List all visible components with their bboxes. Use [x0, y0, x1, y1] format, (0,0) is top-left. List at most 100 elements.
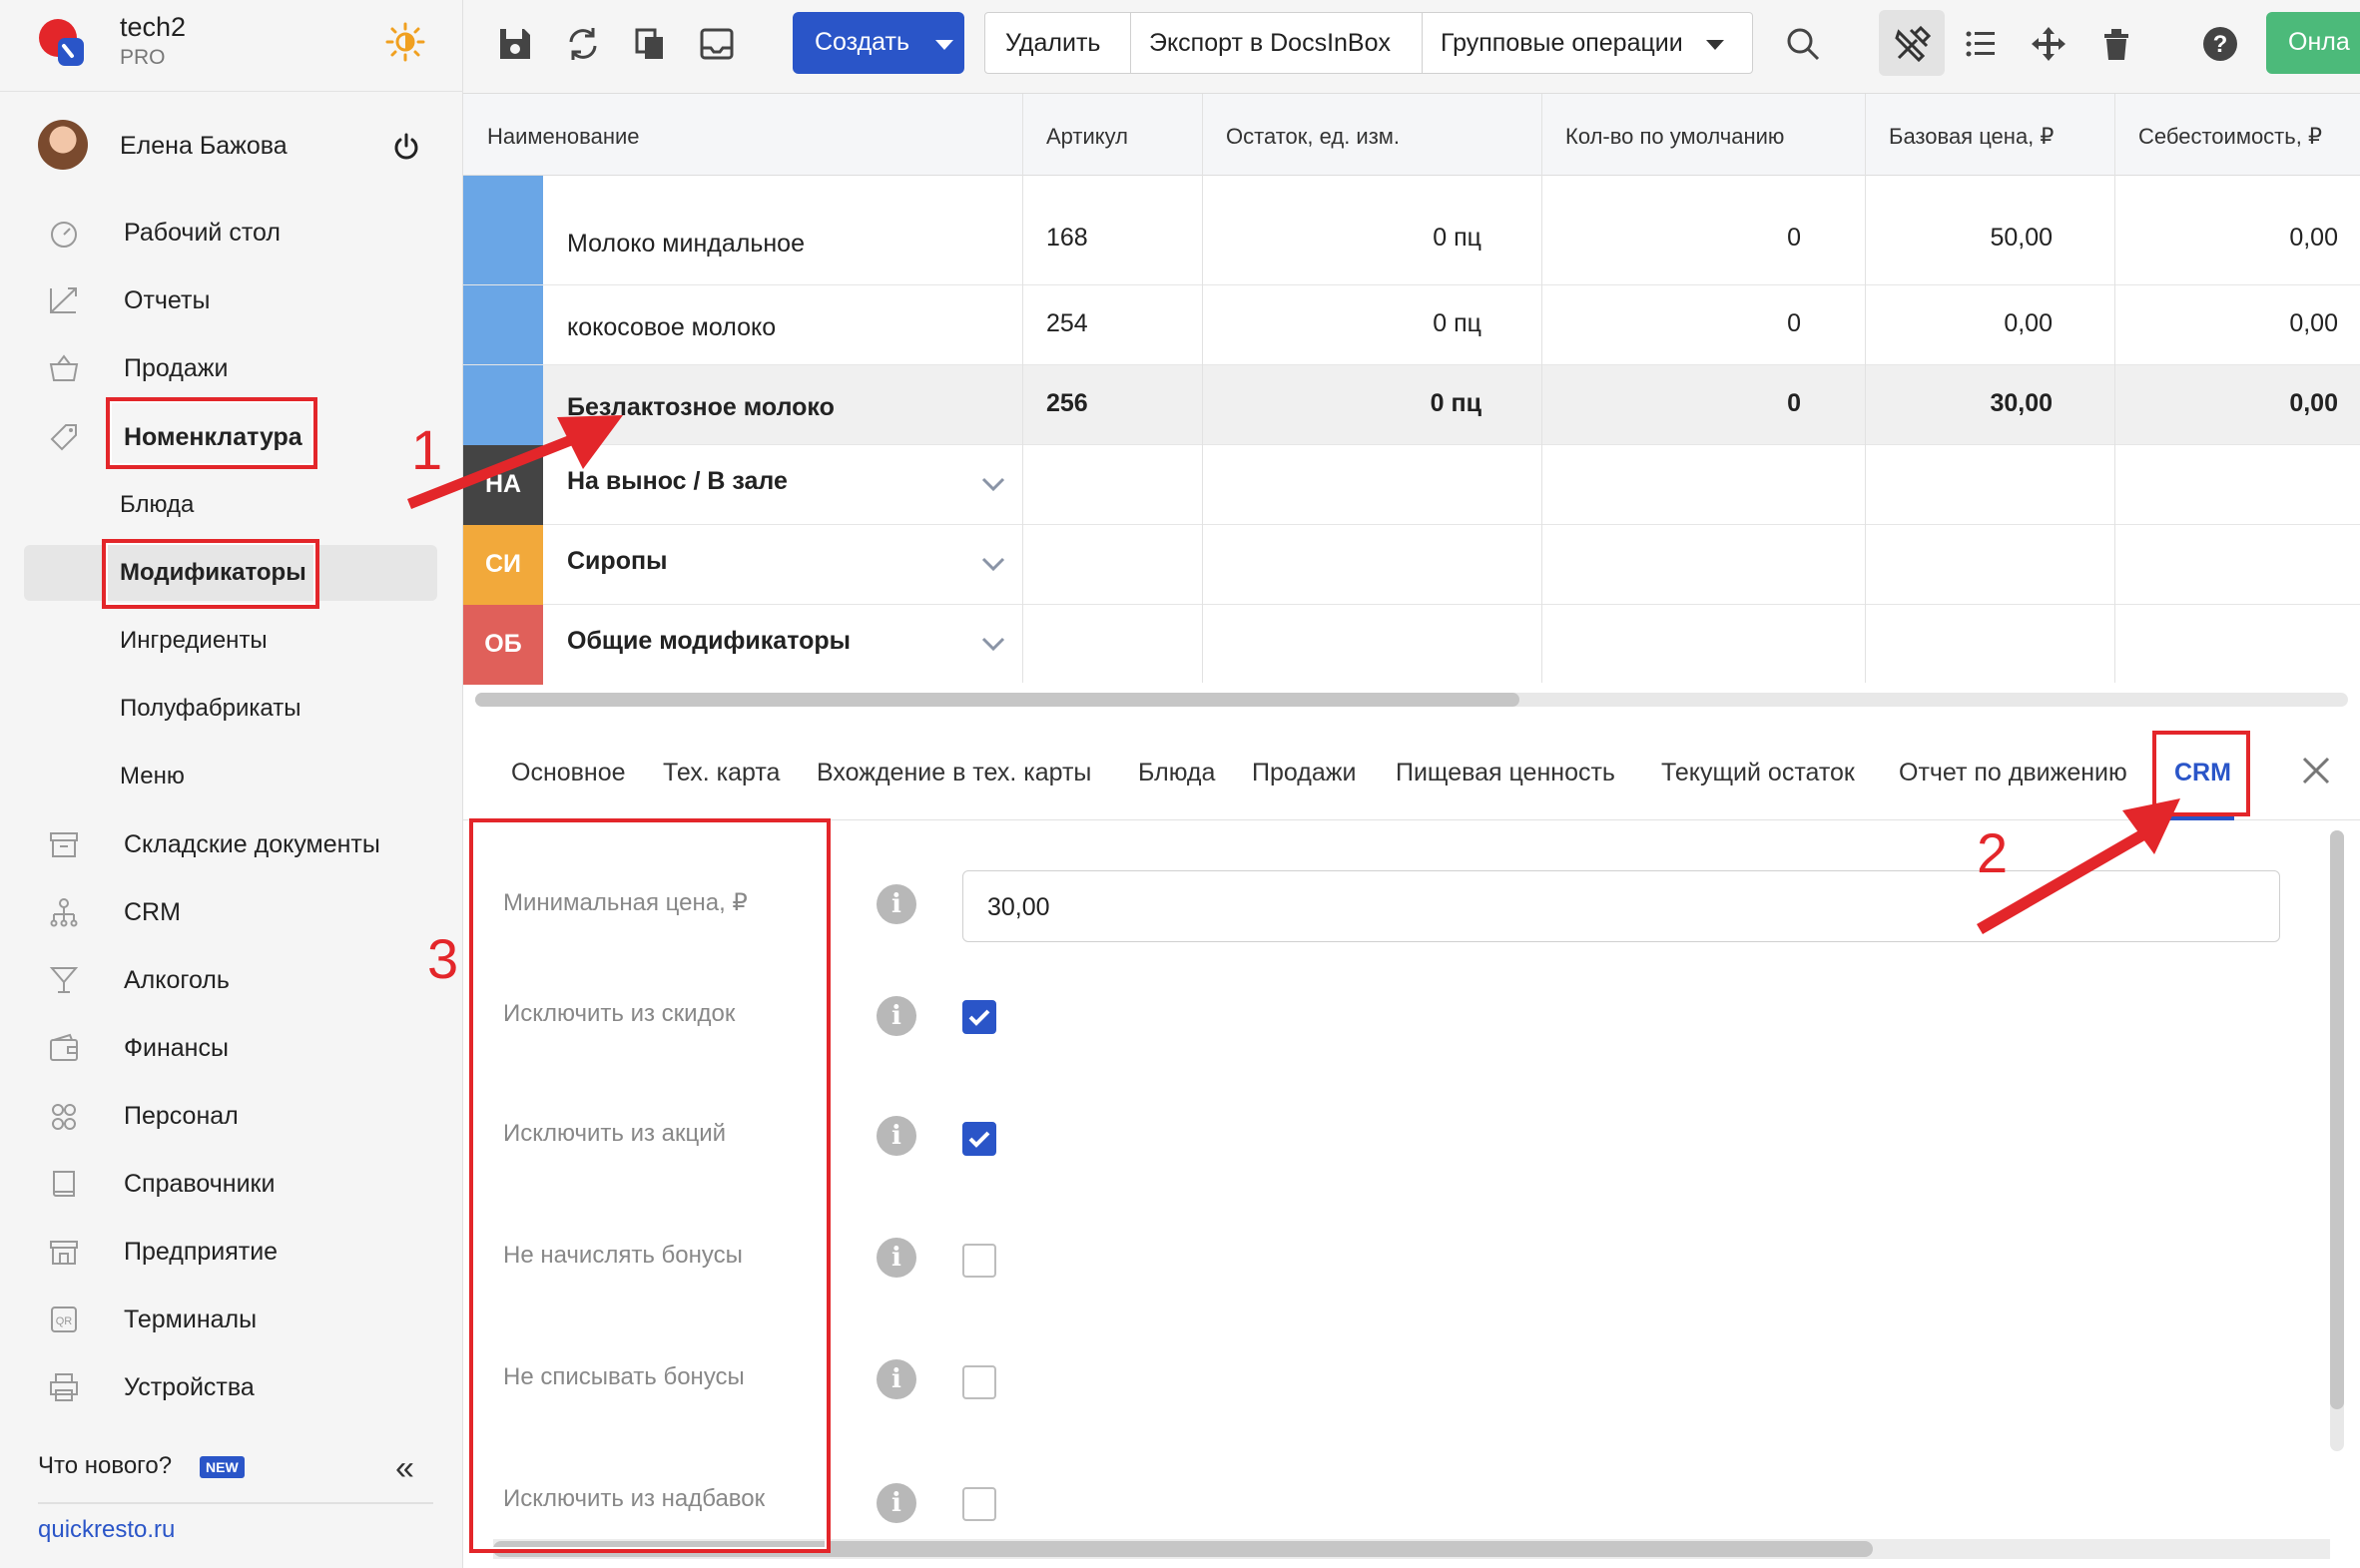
power-icon[interactable] [391, 132, 421, 162]
tab-general[interactable]: Основное [511, 759, 626, 787]
list-icon[interactable] [1961, 24, 2001, 64]
no-accrue-bonus-checkbox[interactable] [962, 1244, 996, 1278]
tab-dishes[interactable]: Блюда [1138, 759, 1215, 787]
dashboard-icon [51, 222, 77, 248]
sidebar-item-label: Предприятие [124, 1238, 279, 1266]
copy-icon[interactable] [631, 24, 671, 64]
info-icon[interactable]: i [877, 1483, 916, 1523]
whats-new-link[interactable]: Что нового? [38, 1452, 172, 1480]
export-docsinbox-button[interactable]: Экспорт в DocsInBox [1131, 13, 1423, 73]
action-button-group: Удалить Экспорт в DocsInBox Групповые оп… [984, 12, 1753, 74]
info-icon[interactable]: i [877, 884, 916, 924]
sidebar-item-crm[interactable]: CRM [0, 884, 463, 940]
refresh-icon[interactable] [563, 24, 603, 64]
delete-button[interactable]: Удалить [985, 13, 1131, 73]
export-button-label: Экспорт в DocsInBox [1149, 29, 1391, 57]
sidebar-item-label: CRM [124, 898, 181, 926]
save-icon[interactable] [495, 24, 535, 64]
scrollbar-thumb[interactable] [2330, 830, 2344, 1409]
tab-nutrition[interactable]: Пищевая ценность [1396, 759, 1615, 787]
exclude-markups-checkbox[interactable] [962, 1487, 996, 1521]
info-icon[interactable]: i [877, 1116, 916, 1156]
crm-icon [50, 898, 78, 927]
tab-movement-report[interactable]: Отчет по движению [1899, 759, 2127, 787]
online-button[interactable]: Онла [2266, 12, 2360, 74]
sidebar-subitem-ingredients[interactable]: Ингредиенты [0, 613, 463, 669]
table-horizontal-scrollbar[interactable] [475, 693, 2348, 707]
column-header-default-qty[interactable]: Кол-во по умолчанию [1565, 124, 1784, 150]
group-operations-button[interactable]: Групповые операции [1423, 13, 1752, 73]
group-tag-label: СИ [484, 550, 522, 578]
column-divider [1865, 94, 1866, 683]
info-icon[interactable]: i [877, 1238, 916, 1278]
sidebar-item-enterprise[interactable]: Предприятие [0, 1224, 463, 1280]
cell-default-qty: 0 [1787, 224, 1801, 252]
sidebar-item-alcohol[interactable]: Алкоголь [0, 952, 463, 1008]
wallet-icon [50, 1033, 78, 1061]
sidebar-subitem-label: Ингредиенты [120, 627, 268, 654]
sidebar-subitem-menu[interactable]: Меню [0, 749, 463, 804]
info-icon[interactable]: i [877, 996, 916, 1036]
exclude-discounts-checkbox[interactable] [962, 1000, 996, 1034]
sidebar-item-references[interactable]: Справочники [0, 1156, 463, 1212]
quickresto-logo [39, 19, 84, 66]
sidebar-item-label: Персонал [124, 1102, 239, 1130]
sidebar-item-sales[interactable]: Продажи [0, 340, 463, 396]
close-icon[interactable] [2294, 749, 2338, 792]
exclude-promotions-checkbox[interactable] [962, 1122, 996, 1156]
sidebar-item-devices[interactable]: Устройства [0, 1359, 463, 1415]
column-header-stock[interactable]: Остаток, ед. изм. [1226, 124, 1400, 150]
theme-sun-icon[interactable] [385, 22, 425, 62]
chevron-down-icon[interactable] [978, 469, 1008, 499]
sidebar-item-terminals[interactable]: QR Терминалы [0, 1292, 463, 1347]
scrollbar-thumb[interactable] [475, 693, 1519, 707]
sidebar-item-label: Алкоголь [124, 966, 230, 994]
collapse-sidebar-icon[interactable]: « [395, 1449, 414, 1488]
checkmark-icon [968, 1131, 990, 1148]
help-icon[interactable]: ? [2200, 24, 2240, 64]
sidebar-subitem-label: Блюда [120, 491, 195, 518]
trash-icon[interactable] [2096, 24, 2136, 64]
group-tag: НА [463, 445, 543, 525]
tab-tech-card[interactable]: Тех. карта [663, 759, 780, 787]
tab-sales[interactable]: Продажи [1252, 759, 1356, 787]
column-header-cost[interactable]: Себестоимость, ₽ [2138, 124, 2322, 150]
table-row-selected[interactable]: Безлактозное молоко 256 0 пц 0 30,00 0,0… [543, 365, 2360, 445]
form-vertical-scrollbar[interactable] [2330, 830, 2344, 1451]
sidebar-item-staff[interactable]: Персонал [0, 1088, 463, 1144]
no-writeoff-bonus-checkbox[interactable] [962, 1365, 996, 1399]
highlight-box-modifiers [102, 539, 319, 609]
column-header-name[interactable]: Наименование [487, 124, 640, 150]
min-price-input[interactable]: 30,00 [962, 870, 2280, 942]
tools-icon[interactable] [1893, 24, 1933, 64]
move-icon[interactable] [2029, 24, 2068, 64]
sidebar-subitem-semifinished[interactable]: Полуфабрикаты [0, 681, 463, 737]
info-icon[interactable]: i [877, 1359, 916, 1399]
group-row-common[interactable]: ОБ Общие модификаторы [463, 605, 2360, 685]
sidebar-item-dashboard[interactable]: Рабочий стол [0, 205, 463, 261]
table-row[interactable]: кокосовое молоко 254 0 пц 0 0,00 0,00 [463, 285, 2360, 365]
group-row-takeaway[interactable]: НА На вынос / В зале [463, 445, 2360, 525]
create-button[interactable]: Создать [793, 12, 964, 74]
site-link[interactable]: quickresto.ru [38, 1516, 175, 1544]
inbox-icon[interactable] [697, 24, 737, 64]
chevron-down-icon[interactable] [978, 629, 1008, 659]
tab-current-stock[interactable]: Текущий остаток [1661, 759, 1855, 787]
sidebar-item-finance[interactable]: Финансы [0, 1020, 463, 1076]
column-header-base-price[interactable]: Базовая цена, ₽ [1889, 124, 2054, 150]
annotation-number-1: 1 [411, 418, 443, 481]
sidebar-item-reports[interactable]: Отчеты [0, 272, 463, 328]
delete-button-label: Удалить [1005, 29, 1101, 57]
sidebar-item-warehouse[interactable]: Складские документы [0, 816, 463, 872]
search-icon[interactable] [1783, 24, 1823, 64]
table-row[interactable]: Молоко миндальное 168 0 пц 0 50,00 0,00 [463, 206, 2360, 285]
column-header-article[interactable]: Артикул [1046, 124, 1128, 150]
cell-name: кокосовое молоко [567, 313, 777, 341]
sidebar-subitem-dishes[interactable]: Блюда [0, 477, 463, 533]
column-divider [2114, 94, 2115, 683]
svg-text:QR: QR [56, 1315, 73, 1327]
tab-tech-card-inclusion[interactable]: Вхождение в тех. карты [817, 759, 1091, 787]
group-row-syrups[interactable]: СИ Сиропы [463, 525, 2360, 605]
chevron-down-icon[interactable] [978, 549, 1008, 579]
avatar[interactable] [38, 120, 88, 170]
